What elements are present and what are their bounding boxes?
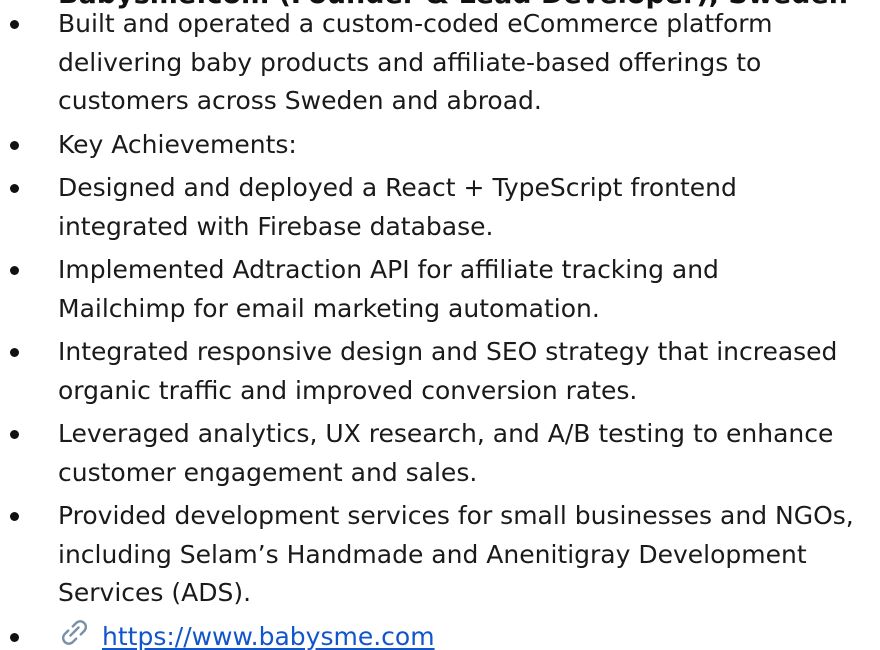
bullet-icon [10, 512, 19, 521]
list-item-line: including Selam’s Handmade and Anenitigr… [58, 539, 807, 569]
list-item-line: Provided development services for small … [58, 501, 854, 530]
list-item-line: customer engagement and sales. [58, 457, 478, 487]
list-item: Implemented Adtraction API for affiliate… [0, 251, 854, 328]
link-icon [58, 618, 88, 650]
bullet-icon [10, 20, 19, 29]
list-item-line: customers across Sweden and abroad. [58, 86, 542, 115]
list-item-line: Integrated responsive design and SEO str… [58, 337, 838, 366]
bullet-icon [10, 184, 19, 193]
list-item-line: organic traffic and improved conversion … [58, 375, 638, 405]
link-list-item: https://www.babysme.com [0, 618, 854, 650]
list-item-line: Leveraged analytics, UX research, and A/… [58, 419, 834, 448]
bullet-icon [10, 348, 19, 357]
list-item-line: Implemented Adtraction API for affiliate… [58, 255, 719, 284]
achievement-list: Built and operated a custom-coded eComme… [0, 5, 854, 650]
bullet-icon [10, 140, 19, 150]
list-item-line: integrated with Firebase database. [58, 211, 494, 241]
list-item: Designed and deployed a React + TypeScri… [0, 169, 854, 246]
list-item-line: delivering baby products and affiliate-b… [58, 47, 762, 77]
list-item-line: Key Achievements: [58, 129, 297, 159]
bullet-icon [10, 266, 19, 275]
list-item: Key Achievements: [0, 126, 854, 165]
website-link[interactable]: https://www.babysme.com [102, 622, 435, 650]
bullet-icon [10, 430, 19, 439]
list-item: Leveraged analytics, UX research, and A/… [0, 415, 854, 492]
list-item-line: Built and operated a custom-coded eComme… [58, 9, 773, 38]
list-item: Provided development services for small … [0, 497, 854, 613]
document-page: Babysme.com (Founder & Lead Developer), … [0, 0, 880, 650]
bullet-icon [10, 632, 19, 642]
list-item-line: Designed and deployed a React + TypeScri… [58, 173, 737, 202]
list-item-line: Mailchimp for email marketing automation… [58, 293, 600, 323]
list-item-line: Services (ADS). [58, 578, 252, 607]
list-item: Integrated responsive design and SEO str… [0, 333, 854, 410]
list-item: Built and operated a custom-coded eComme… [0, 5, 854, 121]
